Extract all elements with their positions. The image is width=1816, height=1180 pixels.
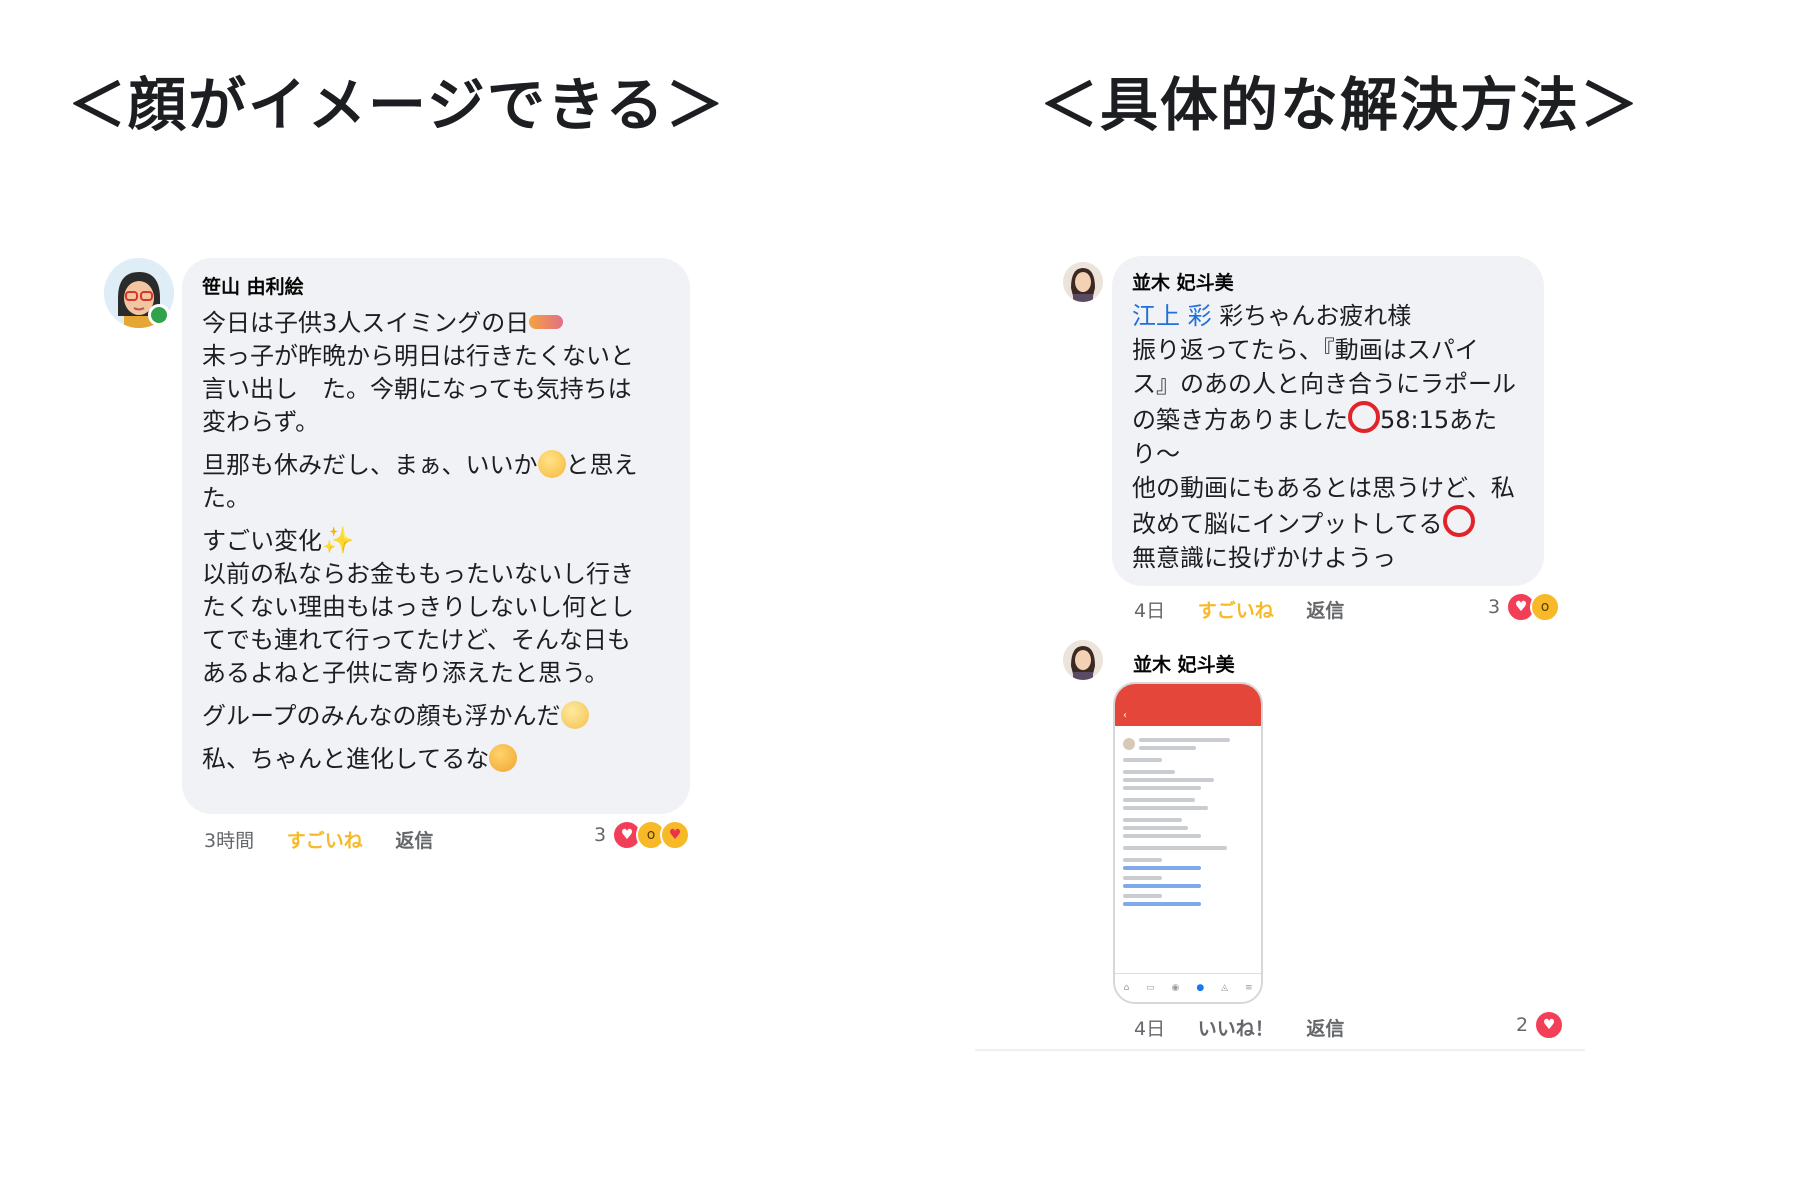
comment-author[interactable]: 笹山 由利絵 [202,272,670,299]
home-icon: ⌂ [1123,983,1130,993]
menu-icon: ≡ [1244,983,1253,993]
profile-photo-icon [1063,262,1103,302]
care-reaction-icon: ♥ [660,820,691,850]
groups-icon: ● [1196,983,1205,993]
comment-actions: 4日 いいね！ 返信 [1134,1014,1370,1041]
like-button[interactable]: すごいね [287,830,363,852]
mention-link[interactable]: 江上 彩 [1132,302,1212,330]
screenshot-content [1115,726,1261,917]
comment-author[interactable]: 並木 妃斗美 [1133,650,1235,677]
heading-left: ＜顔がイメージできる＞ [68,71,726,139]
reply-button[interactable]: 返信 [395,830,433,852]
red-circle-emoji-icon [1348,401,1380,433]
avatar[interactable] [1063,262,1103,302]
comment-actions: 4日 すごいね 返信 [1134,596,1370,623]
comment-timestamp[interactable]: 4日 [1134,600,1165,622]
back-arrow-icon: ‹ [1123,710,1127,721]
screenshot-tab-bar: ⌂ ▭ ◉ ● ◬ ≡ [1115,973,1261,1002]
video-icon: ▭ [1146,983,1155,993]
love-reaction-icon: ♥ [1534,1010,1565,1040]
attached-screenshot-image[interactable]: ‹ ⌂ ▭ ◉ ● ◬ ≡ [1113,682,1263,1004]
reaction-summary[interactable]: 3 ♥ o [1488,592,1561,622]
avatar[interactable] [1063,640,1103,680]
divider [975,1049,1585,1051]
screenshot-header: ‹ [1115,684,1261,726]
profile-photo-icon [1063,640,1103,680]
bell-icon: ◬ [1221,983,1229,993]
hugging-face-emoji-icon [537,450,566,478]
comment-author[interactable]: 並木 妃斗美 [1132,268,1524,295]
like-button[interactable]: いいね！ [1198,1018,1274,1040]
reply-button[interactable]: 返信 [1306,600,1344,622]
comment-timestamp[interactable]: 3時間 [204,830,254,852]
comment-actions: 3時間 すごいね 返信 [204,826,459,853]
swimmer-emoji-icon [529,315,564,329]
red-circle-emoji-icon [1442,505,1475,537]
eye-roll-emoji-icon [560,701,589,729]
reply-button[interactable]: 返信 [1306,1018,1344,1040]
wow-reaction-icon: o [1530,592,1561,622]
comment-text: 今日は子供3人スイミングの日 末っ子が昨晩から明日は行きたくないと 言い出し た… [202,309,638,773]
reaction-summary[interactable]: 2 ♥ [1516,1010,1565,1040]
reaction-summary[interactable]: 3 ♥ o ♥ [594,820,691,850]
partying-face-emoji-icon [489,744,518,772]
comment-bubble: 笹山 由利絵 今日は子供3人スイミングの日 末っ子が昨晩から明日は行きたくないと… [182,258,690,814]
comment-timestamp[interactable]: 4日 [1134,1018,1165,1040]
reaction-count: 3 [1488,596,1501,618]
like-button[interactable]: すごいね [1198,600,1274,622]
reaction-count: 3 [594,824,607,846]
sparkles-emoji-icon: ✨ [322,526,355,556]
online-status-indicator [148,304,170,326]
comment-bubble: 並木 妃斗美 江上 彩 彩ちゃんお疲れ様 振り返ってたら、『動画はスパイ ス』の… [1112,256,1544,586]
reaction-count: 2 [1516,1014,1529,1036]
heading-right: ＜具体的な解決方法＞ [1040,71,1641,139]
profile-icon: ◉ [1171,983,1180,993]
comment-text: 江上 彩 彩ちゃんお疲れ様 振り返ってたら、『動画はスパイ ス』のあの人と向き合… [1132,302,1516,572]
